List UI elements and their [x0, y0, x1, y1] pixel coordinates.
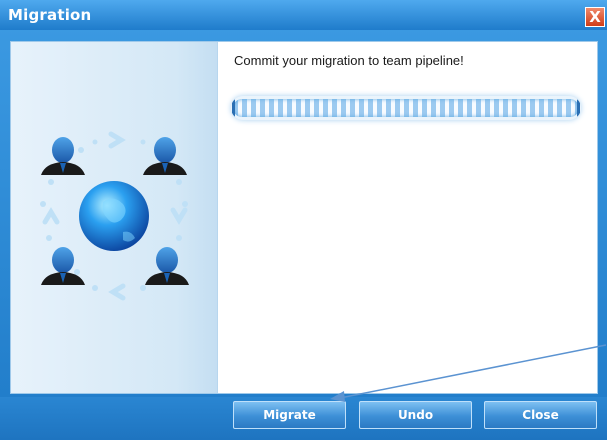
annotation-arrow: [330, 344, 607, 402]
migration-dialog: Migration X Commit your migration to tea…: [0, 0, 607, 440]
